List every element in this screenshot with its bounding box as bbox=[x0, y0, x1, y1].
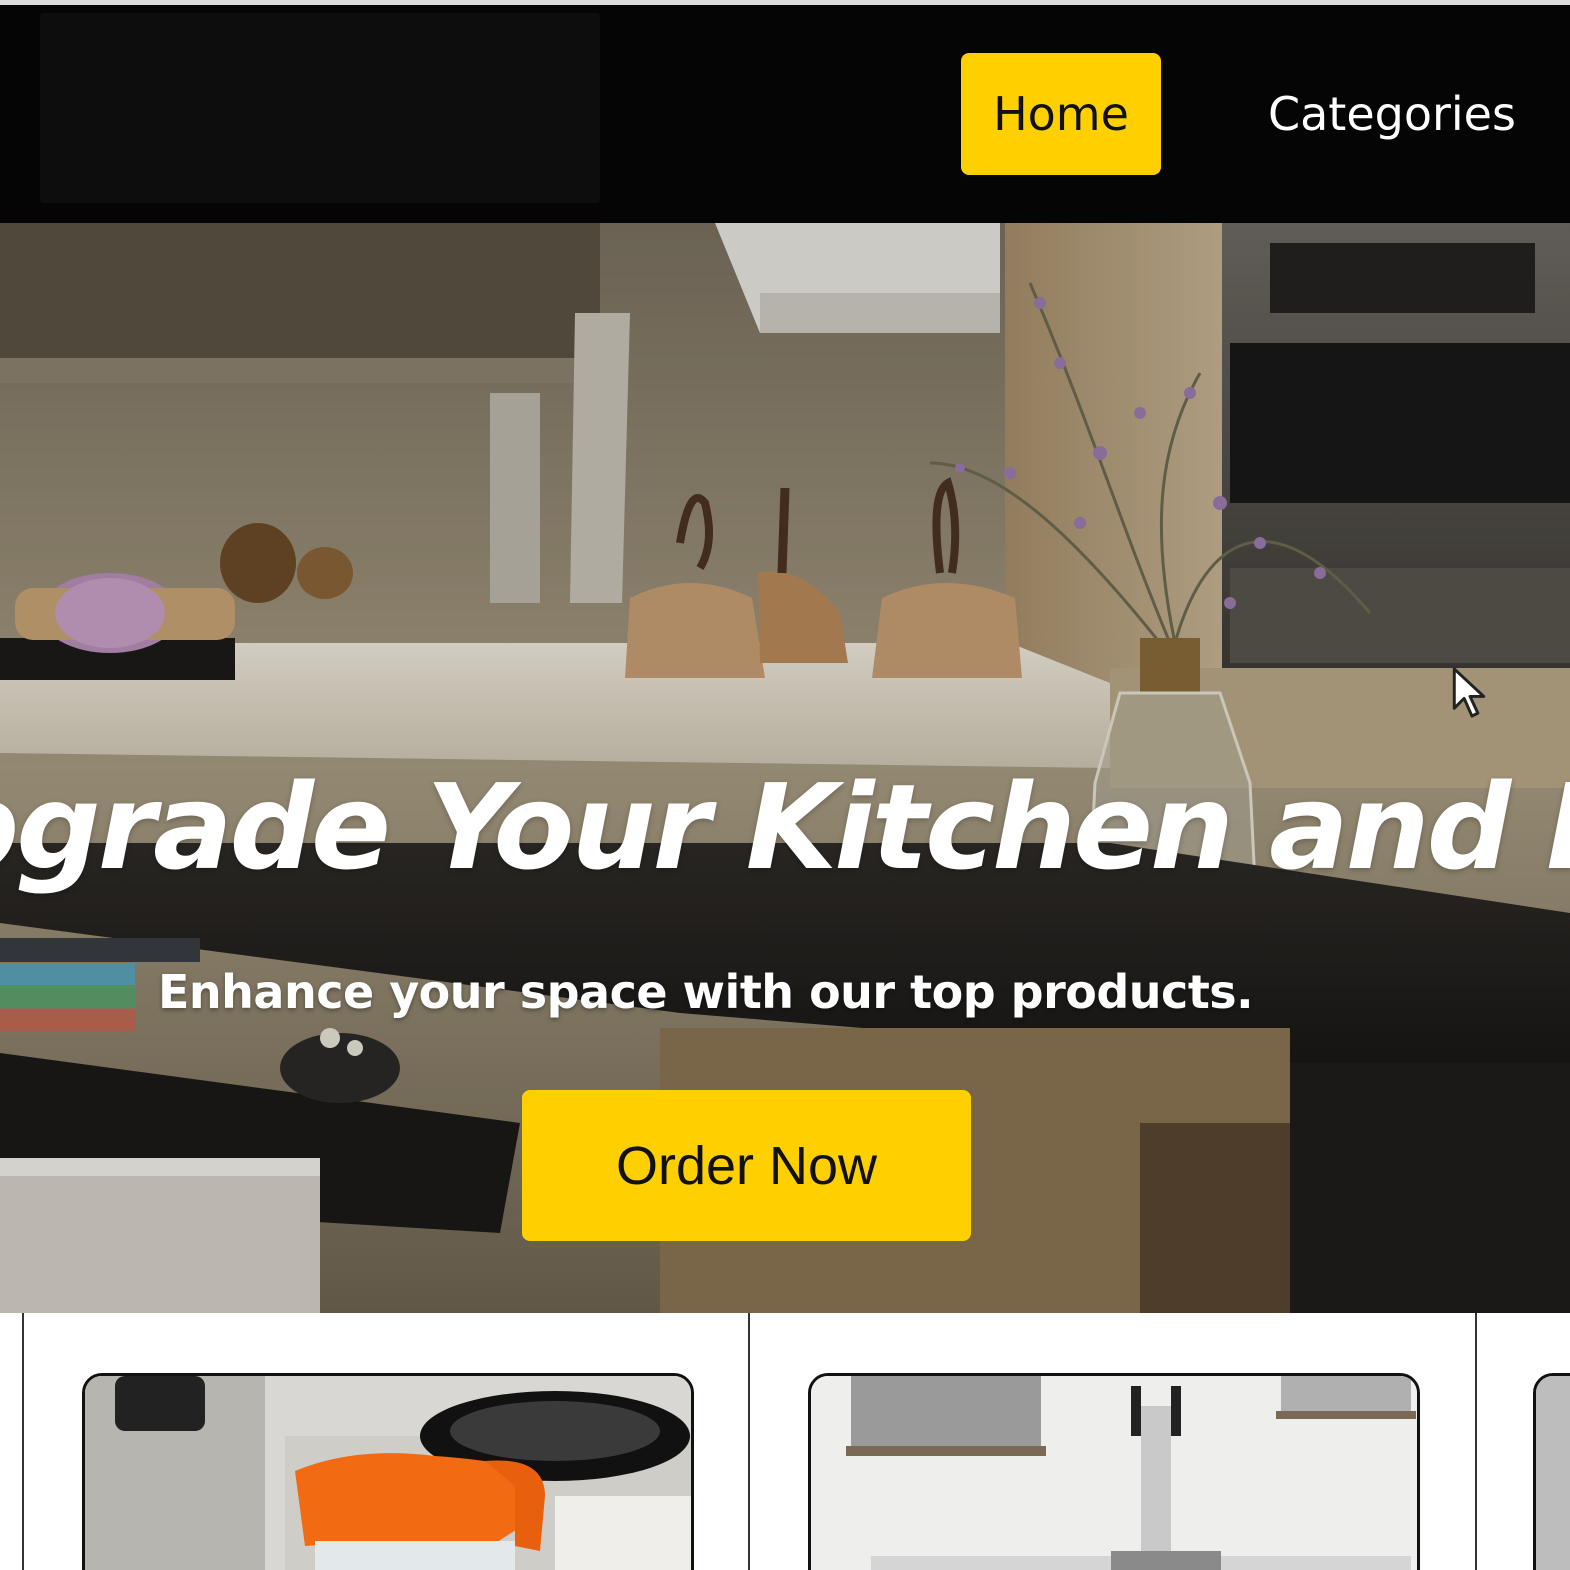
mouse-cursor-icon bbox=[1452, 667, 1486, 718]
navbar-logo-area bbox=[40, 13, 600, 203]
order-now-button[interactable]: Order Now bbox=[522, 1090, 971, 1241]
product-image-partial bbox=[1536, 1376, 1570, 1570]
hero-section: Upgrade Your Kitchen and Home Enhance yo… bbox=[0, 223, 1570, 1313]
hero-subtitle: Enhance your space with our top products… bbox=[158, 965, 1254, 1019]
products-section bbox=[0, 1313, 1570, 1570]
nav-item-home[interactable]: Home bbox=[961, 53, 1161, 175]
product-card-beer-tap[interactable] bbox=[808, 1373, 1420, 1570]
column-divider bbox=[1475, 1313, 1477, 1570]
hero-title: Upgrade Your Kitchen and Home bbox=[0, 758, 1570, 896]
nav-item-categories[interactable]: Categories bbox=[1268, 53, 1516, 175]
beer-tap-image bbox=[811, 1376, 1417, 1570]
page: Home Categories grade Your Kitchen and E… bbox=[0, 0, 1570, 1570]
product-card-coffee-decanter[interactable] bbox=[82, 1373, 694, 1570]
coffee-decanter-image bbox=[85, 1376, 691, 1570]
column-divider bbox=[22, 1313, 24, 1570]
column-divider bbox=[748, 1313, 750, 1570]
navbar: Home Categories bbox=[0, 5, 1570, 223]
product-card-partial[interactable] bbox=[1533, 1373, 1570, 1570]
